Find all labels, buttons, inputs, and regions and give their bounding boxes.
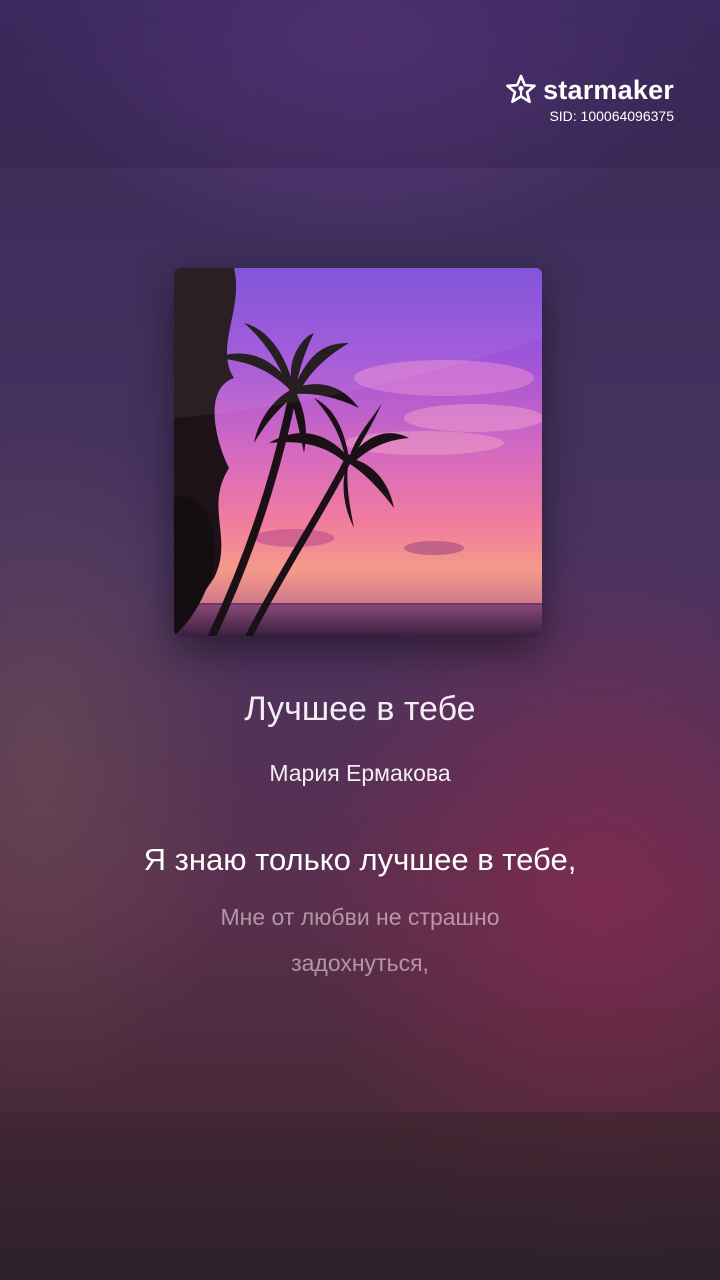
lyric-next-line-2: задохнуться, [291,950,429,976]
bottom-overlay [0,1112,720,1280]
brand-logo: starmaker [505,74,674,106]
lyric-current-line: Я знаю только лучшее в тебе, [143,842,577,877]
lyric-next-line-1: Мне от любви не страшно [220,904,500,930]
palm-sunset-cover [174,268,542,636]
album-cover [174,268,542,636]
star-logo-icon [506,74,536,104]
brand-name: starmaker [543,74,674,105]
song-title: Лучшее в тебе [244,690,476,728]
artist-name: Мария Ермакова [269,760,451,786]
player-screen: starmaker SID: 100064096375 Лучшее в теб… [0,0,720,1280]
session-id: SID: 100064096375 [549,108,674,124]
lyric-next-lines: Мне от любви не страшно задохнуться, [0,894,720,986]
